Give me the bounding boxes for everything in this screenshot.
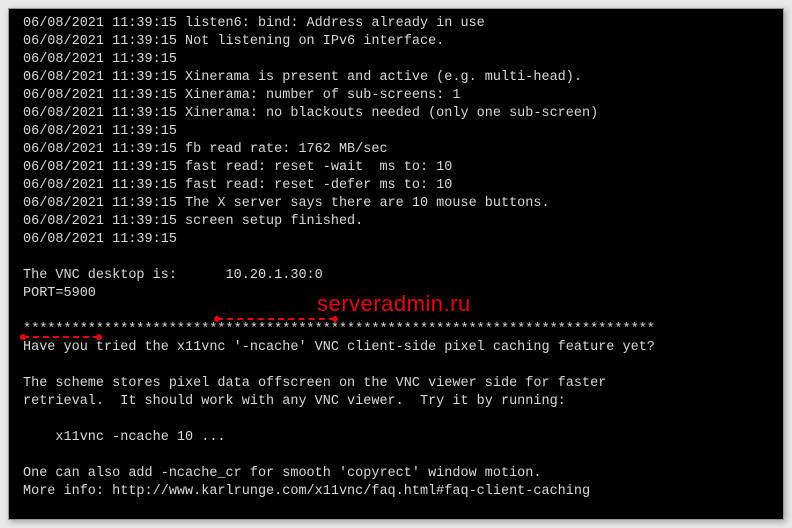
blank-line	[23, 303, 769, 321]
log-line: 06/08/2021 11:39:15	[23, 123, 769, 141]
log-line: 06/08/2021 11:39:15 fast read: reset -wa…	[23, 159, 769, 177]
log-line: 06/08/2021 11:39:15 listen6: bind: Addre…	[23, 15, 769, 33]
info-line: Have you tried the x11vnc '-ncache' VNC …	[23, 339, 769, 357]
blank-line	[23, 357, 769, 375]
blank-line	[23, 249, 769, 267]
log-line: 06/08/2021 11:39:15	[23, 51, 769, 69]
separator-line: ****************************************…	[23, 321, 769, 339]
blank-line	[23, 447, 769, 465]
info-line: retrieval. It should work with any VNC v…	[23, 393, 769, 411]
info-url-line: More info: http://www.karlrunge.com/x11v…	[23, 483, 769, 501]
log-line: 06/08/2021 11:39:15 Xinerama: number of …	[23, 87, 769, 105]
log-line: 06/08/2021 11:39:15 The X server says th…	[23, 195, 769, 213]
log-line: 06/08/2021 11:39:15 Not listening on IPv…	[23, 33, 769, 51]
log-line: 06/08/2021 11:39:15 screen setup finishe…	[23, 213, 769, 231]
log-line: 06/08/2021 11:39:15 fb read rate: 1762 M…	[23, 141, 769, 159]
vnc-port-line: PORT=5900	[23, 285, 769, 303]
log-line: 06/08/2021 11:39:15	[23, 231, 769, 249]
blank-line	[23, 411, 769, 429]
highlight-underline-ip	[217, 318, 335, 320]
info-line: One can also add -ncache_cr for smooth '…	[23, 465, 769, 483]
info-line: The scheme stores pixel data offscreen o…	[23, 375, 769, 393]
command-example-line: x11vnc -ncache 10 ...	[23, 429, 769, 447]
log-line: 06/08/2021 11:39:15 Xinerama is present …	[23, 69, 769, 87]
terminal-window: 06/08/2021 11:39:15 listen6: bind: Addre…	[8, 8, 784, 520]
log-line: 06/08/2021 11:39:15 Xinerama: no blackou…	[23, 105, 769, 123]
highlight-underline-port	[23, 336, 99, 338]
log-line: 06/08/2021 11:39:15 fast read: reset -de…	[23, 177, 769, 195]
vnc-desktop-line: The VNC desktop is: 10.20.1.30:0	[23, 267, 769, 285]
